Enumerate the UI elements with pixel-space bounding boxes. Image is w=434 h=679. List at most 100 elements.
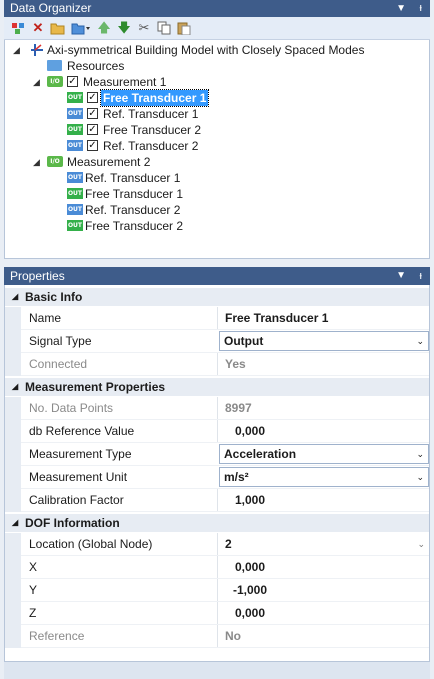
- tree-item-measurement-1[interactable]: ◢ I/O ✓ Measurement 1: [5, 74, 425, 90]
- cut-button[interactable]: ✂: [136, 20, 152, 36]
- chevron-down-icon[interactable]: ▼: [396, 0, 406, 17]
- property-row-measurement-unit[interactable]: Measurement Unit m/s² ⌄: [5, 466, 429, 489]
- signal-type-dropdown[interactable]: Output ⌄: [219, 331, 429, 351]
- new-item-button[interactable]: [10, 20, 26, 36]
- collapse-arrow-icon[interactable]: ◢: [12, 378, 18, 396]
- new-item-icon: [12, 23, 24, 34]
- chevron-down-icon[interactable]: ⌄: [417, 533, 425, 555]
- property-value: 8997: [225, 401, 252, 415]
- collapse-arrow-icon[interactable]: ◢: [13, 42, 20, 58]
- property-row-calibration-factor[interactable]: Calibration Factor 1,000: [5, 489, 429, 512]
- tree-item-transducer[interactable]: OUT ✓ Ref. Transducer 2: [5, 138, 425, 154]
- arrow-down-icon: 🡇: [117, 20, 131, 35]
- out-tag-icon: OUT: [67, 172, 83, 183]
- transducer-checkbox[interactable]: ✓: [87, 108, 98, 119]
- out-tag-icon: OUT: [67, 92, 83, 103]
- dropdown-value: Acceleration: [224, 447, 297, 461]
- collapse-arrow-icon[interactable]: ◢: [33, 154, 40, 170]
- property-row-location[interactable]: Location (Global Node) 2 ⌄: [5, 533, 429, 556]
- pin-icon[interactable]: ᵻ: [420, 267, 422, 285]
- tree-item-label: Free Transducer 2: [85, 219, 184, 233]
- chevron-down-icon[interactable]: ⌄: [416, 445, 424, 463]
- move-up-button[interactable]: 🡅: [96, 20, 112, 36]
- io-tag-icon: I/O: [47, 76, 63, 87]
- property-label: X: [29, 560, 38, 574]
- properties-title: Properties: [10, 269, 65, 283]
- tree-item-label: Measurement 2: [67, 155, 151, 169]
- row-gutter: [5, 625, 21, 648]
- tree-item-resources[interactable]: Resources: [5, 58, 425, 74]
- property-value[interactable]: Free Transducer 1: [225, 307, 328, 329]
- collapse-arrow-icon[interactable]: ◢: [33, 74, 40, 90]
- property-label: Calibration Factor: [29, 493, 124, 507]
- open-folder-icon: [50, 23, 65, 35]
- property-label: db Reference Value: [29, 424, 135, 438]
- property-row-name[interactable]: Name Free Transducer 1: [5, 307, 429, 330]
- tree-item-measurement-2[interactable]: ◢ I/O Measurement 2: [5, 154, 425, 170]
- row-gutter: [5, 489, 21, 512]
- property-row-z[interactable]: Z 0,000: [5, 602, 429, 625]
- move-down-button[interactable]: 🡇: [116, 20, 132, 36]
- import-button[interactable]: [70, 20, 92, 36]
- copy-button[interactable]: [156, 20, 172, 36]
- property-value[interactable]: 0,000: [235, 602, 265, 624]
- description-panel: [4, 662, 430, 679]
- tree-item-transducer[interactable]: OUT Free Transducer 2: [5, 218, 425, 234]
- row-gutter: [5, 307, 21, 330]
- tree-item-label: Free Transducer 1: [85, 187, 184, 201]
- property-value[interactable]: 2: [225, 533, 232, 555]
- measurement-unit-dropdown[interactable]: m/s² ⌄: [219, 467, 429, 487]
- tree-item-label: Measurement 1: [83, 75, 167, 89]
- pin-icon[interactable]: ᵻ: [420, 0, 422, 17]
- section-dof-information[interactable]: ◢ DOF Information: [5, 514, 429, 532]
- property-value[interactable]: -1,000: [233, 579, 267, 601]
- section-measurement-properties[interactable]: ◢ Measurement Properties: [5, 378, 429, 396]
- property-value[interactable]: 0,000: [235, 420, 265, 442]
- transducer-checkbox[interactable]: ✓: [87, 92, 98, 103]
- delete-button[interactable]: ✕: [30, 20, 46, 36]
- open-folder-button[interactable]: [50, 20, 66, 36]
- tree-item-transducer[interactable]: OUT ✓ Ref. Transducer 1: [5, 106, 425, 122]
- section-header: DOF Information: [25, 516, 120, 530]
- tree-item-transducer[interactable]: OUT ✓ Free Transducer 1: [5, 89, 425, 107]
- tree-item-transducer[interactable]: OUT Ref. Transducer 1: [5, 170, 425, 186]
- tree-item-transducer[interactable]: OUT Ref. Transducer 2: [5, 202, 425, 218]
- row-gutter: [5, 397, 21, 420]
- chevron-down-icon[interactable]: ⌄: [416, 332, 424, 350]
- property-row-signal-type[interactable]: Signal Type Output ⌄: [5, 330, 429, 353]
- tree-item-label: Ref. Transducer 2: [103, 139, 199, 153]
- out-tag-icon: OUT: [67, 204, 83, 215]
- property-row-measurement-type[interactable]: Measurement Type Acceleration ⌄: [5, 443, 429, 466]
- chevron-down-icon[interactable]: ⌄: [416, 468, 424, 486]
- transducer-checkbox[interactable]: ✓: [87, 140, 98, 151]
- collapse-arrow-icon[interactable]: ◢: [12, 514, 18, 532]
- chevron-down-icon[interactable]: ▼: [396, 267, 406, 285]
- collapse-arrow-icon[interactable]: ◢: [12, 288, 18, 306]
- transducer-checkbox[interactable]: ✓: [87, 124, 98, 135]
- out-tag-icon: OUT: [67, 140, 83, 151]
- section-basic-info[interactable]: ◢ Basic Info: [5, 288, 429, 306]
- property-label: Connected: [29, 357, 88, 371]
- property-row-connected: Connected Yes: [5, 353, 429, 376]
- tree-item-transducer[interactable]: OUT ✓ Free Transducer 2: [5, 122, 425, 138]
- section-header: Measurement Properties: [25, 380, 166, 394]
- property-row-db-reference[interactable]: db Reference Value 0,000: [5, 420, 429, 443]
- tree-item-transducer[interactable]: OUT Free Transducer 1: [5, 186, 425, 202]
- property-label: No. Data Points: [29, 401, 114, 415]
- property-row-x[interactable]: X 0,000: [5, 556, 429, 579]
- property-grid: ◢ Basic Info Name Free Transducer 1 Sign…: [4, 285, 430, 662]
- delete-icon: ✕: [32, 20, 44, 35]
- column-divider: [217, 307, 218, 329]
- property-value[interactable]: 1,000: [235, 489, 265, 511]
- data-tree: ◢ Axi-symmetrical Building Model with Cl…: [4, 40, 430, 259]
- property-value[interactable]: 0,000: [235, 556, 265, 578]
- column-divider: [217, 602, 218, 624]
- dropdown-value: m/s²: [224, 470, 249, 484]
- property-row-y[interactable]: Y -1,000: [5, 579, 429, 602]
- tree-root[interactable]: ◢ Axi-symmetrical Building Model with Cl…: [5, 42, 425, 58]
- tree-item-label: Free Transducer 1: [99, 89, 210, 107]
- paste-button[interactable]: [176, 20, 192, 36]
- row-gutter: [5, 443, 21, 466]
- measurement-type-dropdown[interactable]: Acceleration ⌄: [219, 444, 429, 464]
- measurement-1-checkbox[interactable]: ✓: [67, 76, 78, 87]
